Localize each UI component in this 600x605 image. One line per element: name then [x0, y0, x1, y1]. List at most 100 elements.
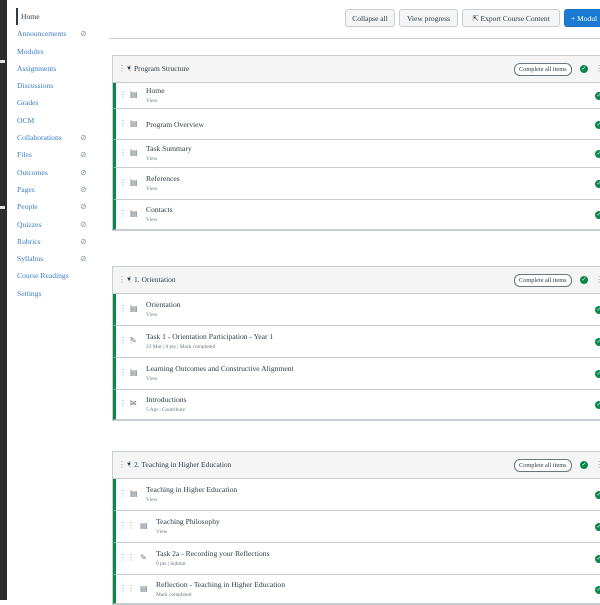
page-icon: ▤ [130, 148, 138, 157]
course-navigation: Home Announcements ⊘ Modules Assignments Disc… [16, 8, 97, 302]
course-nav-label: Pages [17, 184, 35, 194]
module-item-title[interactable]: Contacts [146, 205, 173, 214]
module-item[interactable]: ⋮⋮ ▤ Learning Outcomes and Constructive Al… [113, 358, 600, 390]
module-item-title[interactable]: Introductions [146, 395, 187, 404]
course-nav-course-readings[interactable]: Course Readings [17, 267, 97, 284]
export-button-label: Export Course Content [480, 14, 550, 23]
complete-check-icon: ✓ [595, 180, 600, 188]
course-nav-pages[interactable]: Pages ⊘ [17, 181, 97, 198]
module-item-meta: 23 Mar | 0 pts | Mark completed [146, 344, 216, 350]
module: ⋮⋮ ▼ Program Structure Complete all items ✓ ⋮… [112, 55, 600, 231]
module-header[interactable]: ⋮⋮ ▼ 2. Teaching in Higher Education Comple… [113, 452, 600, 479]
modules-toolbar: Collapse all View progress ⇱ Export Cour… [109, 0, 600, 39]
module-item-title[interactable]: Task 2a - Recording your Reflections [156, 549, 270, 558]
module-header[interactable]: ⋮⋮ ▼ 1. Orientation Complete all items ✓ ⋮ [113, 267, 600, 294]
module-item-title[interactable]: Task Summary [146, 144, 192, 153]
eye-icon: ⊘ [80, 150, 87, 160]
more-options-icon[interactable]: ⋮ [595, 452, 600, 478]
course-nav-label: Files [17, 150, 32, 160]
module-item[interactable]: ⋮⋮ ▤ Task Summary View ✓ [113, 140, 600, 168]
course-nav-quizzes[interactable]: Quizzes ⊘ [17, 216, 97, 233]
module-item-title[interactable]: Task 1 - Orientation Participation - Yea… [146, 332, 273, 341]
export-icon: ⇱ [472, 14, 479, 23]
course-nav-people[interactable]: People ⊘ [17, 198, 97, 215]
view-progress-button[interactable]: View progress [399, 9, 458, 27]
module-item-title[interactable]: Home [146, 86, 165, 95]
course-nav-settings[interactable]: Settings [17, 285, 97, 302]
course-nav-label: People [17, 202, 38, 212]
complete-check-icon: ✓ [595, 92, 600, 100]
drag-handle-icon[interactable]: ⋮⋮ [119, 521, 135, 530]
module-item[interactable]: ⋮⋮ ▤ Home View ✓ [113, 83, 600, 109]
add-module-button[interactable]: + Modul [564, 9, 600, 27]
collapse-caret-icon[interactable]: ▼ [126, 56, 132, 82]
collapse-caret-icon[interactable]: ▼ [126, 267, 132, 293]
course-nav-label: Outcomes [17, 167, 48, 177]
course-nav-modules[interactable]: Modules [17, 43, 97, 60]
module-item[interactable]: ⋮⋮ ▤ Teaching in Higher Education View ✓ [113, 479, 600, 511]
module-item-meta: View [156, 529, 168, 535]
course-nav-home[interactable]: Home [16, 8, 97, 26]
course-nav-label: Syllabus [17, 254, 44, 264]
module-item-meta: View [146, 98, 158, 104]
module-header[interactable]: ⋮⋮ ▼ Program Structure Complete all items ✓ ⋮ [113, 56, 600, 83]
module-item[interactable]: ⋮⋮ ▤ Contacts View ✓ [113, 200, 600, 230]
drag-handle-icon[interactable]: ⋮⋮ [119, 553, 135, 562]
page-icon: ▤ [130, 178, 138, 187]
export-course-content-button[interactable]: ⇱ Export Course Content [462, 9, 560, 27]
complete-check-icon: ✓ [595, 585, 600, 594]
page-icon: ▤ [130, 90, 138, 99]
assignment-icon: ✎ [130, 336, 137, 345]
course-nav-label: Announcements [17, 29, 67, 39]
complete-check-icon: ✓ [580, 276, 588, 284]
module-item-meta: View [146, 217, 158, 223]
course-nav-label: OCM [17, 115, 35, 125]
course-nav-grades[interactable]: Grades [17, 94, 97, 111]
more-options-icon[interactable]: ⋮ [595, 267, 600, 293]
course-nav-ocm[interactable]: OCM [17, 112, 97, 129]
course-nav-discussions[interactable]: Discussions [17, 77, 97, 94]
course-nav-label: Assignments [17, 63, 57, 73]
module-item[interactable]: ⋮⋮ ✉ Introductions 5 Apr | Contribute ✓ [113, 390, 600, 420]
course-nav-collaborations[interactable]: Collaborations ⊘ [17, 129, 97, 146]
complete-check-icon: ✓ [595, 491, 600, 499]
module-item-meta: View [146, 497, 158, 503]
collapse-caret-icon[interactable]: ▼ [126, 452, 132, 478]
complete-all-items-badge: Complete all items [514, 459, 572, 472]
course-nav-assignments[interactable]: Assignments [17, 60, 97, 77]
complete-all-items-badge: Complete all items [514, 63, 572, 76]
drag-handle-icon[interactable]: ⋮⋮ [119, 584, 135, 593]
course-nav-label: Discussions [17, 81, 54, 91]
module-item-title[interactable]: Teaching Philosophy [156, 517, 220, 526]
module-item-title[interactable]: Teaching in Higher Education [146, 485, 237, 494]
global-navigation [0, 0, 7, 600]
module-item[interactable]: ⋮⋮ ▤ Program Overview ✓ [113, 109, 600, 140]
course-nav-syllabus[interactable]: Syllabus ⊘ [17, 250, 97, 267]
module-item[interactable]: ⋮⋮ ✎ Task 2a - Recording your Reflections 0… [113, 543, 600, 575]
course-nav-rubrics[interactable]: Rubrics ⊘ [17, 233, 97, 250]
course-nav-label: Settings [17, 288, 42, 298]
course-nav-files[interactable]: Files ⊘ [17, 146, 97, 163]
module-item[interactable]: ⋮⋮ ✎ Task 1 - Orientation Participation - … [113, 326, 600, 358]
eye-icon: ⊘ [80, 202, 87, 212]
module-item-title[interactable]: Reflection - Teaching in Higher Educatio… [156, 580, 285, 589]
course-nav-outcomes[interactable]: Outcomes ⊘ [17, 164, 97, 181]
collapse-all-button[interactable]: Collapse all [345, 9, 395, 27]
module-item[interactable]: ⋮⋮ ▤ References View ✓ [113, 168, 600, 200]
more-options-icon[interactable]: ⋮ [595, 56, 600, 82]
module-item-title[interactable]: Learning Outcomes and Constructive Align… [146, 364, 294, 373]
module-item-title[interactable]: Orientation [146, 300, 181, 309]
module: ⋮⋮ ▼ 1. Orientation Complete all items ✓ ⋮ ⋮⋮ ▤… [112, 266, 600, 421]
page-icon: ▤ [130, 489, 138, 498]
course-nav-announcements[interactable]: Announcements ⊘ [17, 25, 97, 42]
eye-icon: ⊘ [80, 254, 87, 264]
module-title: 2. Teaching in Higher Education [134, 460, 232, 469]
module-item-title[interactable]: Program Overview [146, 120, 204, 129]
module-item-title[interactable]: References [146, 174, 180, 183]
module-item[interactable]: ⋮⋮ ▤ Teaching Philosophy View ✓ [113, 511, 600, 543]
module-title: 1. Orientation [134, 275, 176, 284]
page-icon: ▤ [130, 304, 138, 313]
module-item[interactable]: ⋮⋮ ▤ Orientation View ✓ [113, 294, 600, 326]
course-nav-label: Collaborations [17, 133, 62, 143]
module-item-meta: Mark completed [156, 592, 192, 598]
